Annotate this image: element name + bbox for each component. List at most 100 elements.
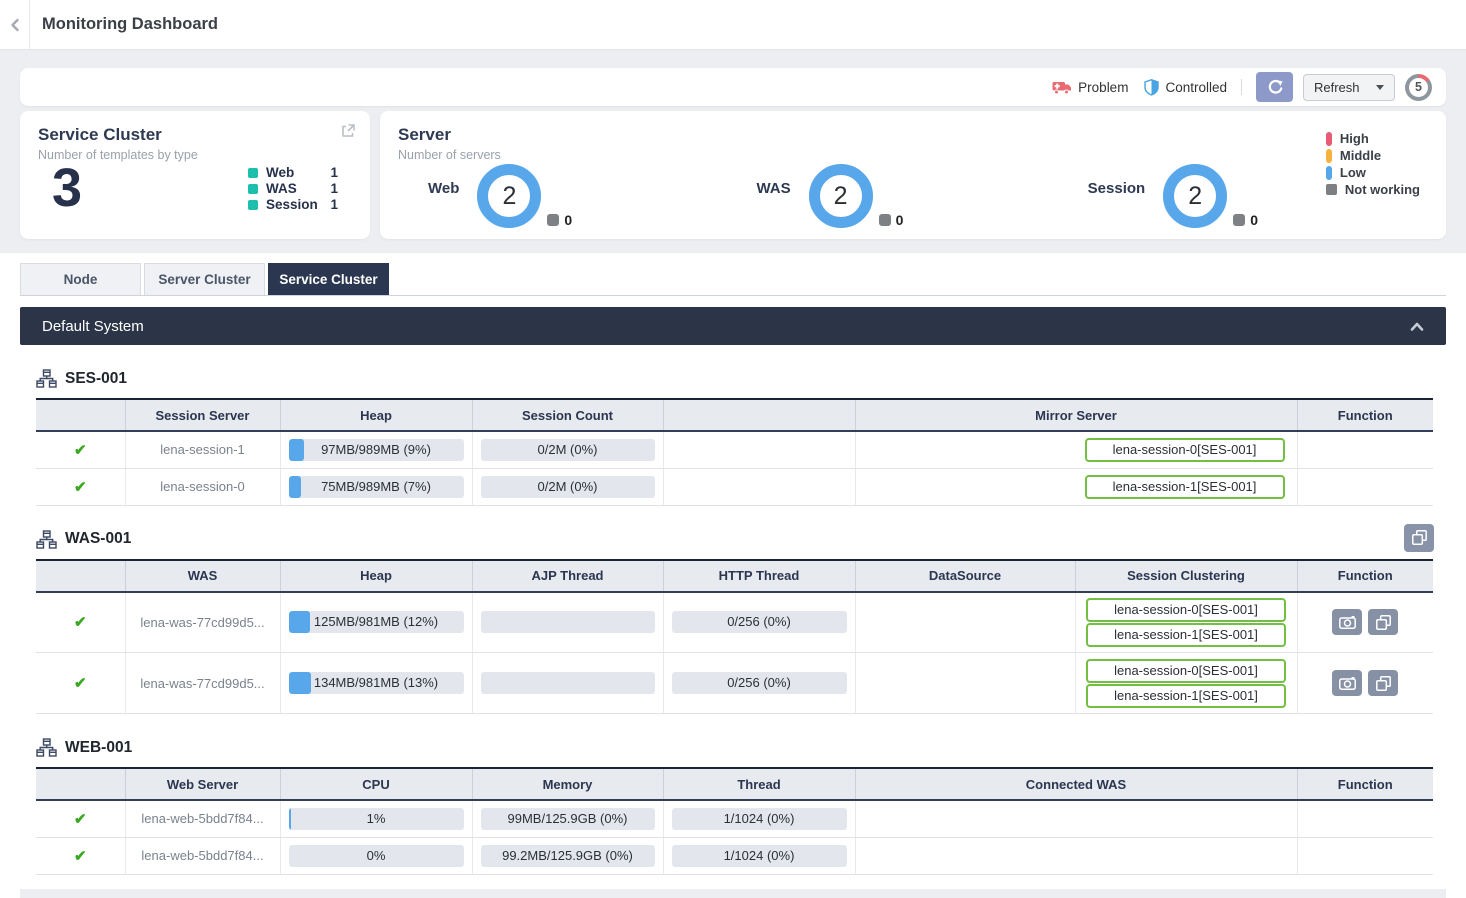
status-legend-label: Low	[1340, 165, 1366, 180]
copy-button[interactable]	[1368, 609, 1398, 635]
server-name: lena-session-1	[160, 442, 245, 457]
status-check-icon: ✔	[74, 442, 87, 459]
column-header: Function	[1297, 399, 1433, 431]
column-header	[36, 399, 125, 431]
cell-check: ✔	[36, 468, 125, 505]
tab-service-cluster[interactable]: Service Cluster	[268, 263, 389, 295]
gray-square-icon	[547, 214, 559, 226]
column-header: AJP Thread	[472, 560, 663, 592]
cell-empty	[663, 431, 855, 468]
status-legend-item: Not working	[1326, 182, 1420, 197]
cluster-table-web-001: Web ServerCPUMemoryThreadConnected WASFu…	[36, 767, 1433, 875]
system-title: Default System	[42, 318, 144, 335]
status-check-icon: ✔	[74, 479, 87, 496]
not-working-legend-icon	[1326, 184, 1337, 195]
legend-count: 1	[324, 165, 338, 180]
default-system-bar[interactable]: Default System	[20, 307, 1446, 345]
function-buttons	[1298, 670, 1434, 696]
session-link-tag[interactable]: lena-session-0[SES-001]	[1086, 598, 1286, 622]
session-link-tag[interactable]: lena-session-1[SES-001]	[1086, 684, 1286, 708]
column-header: DataSource	[855, 560, 1075, 592]
cluster-name: WEB-001	[65, 739, 132, 757]
cell-bar: 99MB/125.9GB (0%)	[472, 800, 663, 837]
metric-bar: 75MB/989MB (7%)	[289, 476, 464, 498]
metric-bar	[481, 611, 655, 633]
bottom-scroll-strip[interactable]	[20, 889, 1446, 898]
cell-bar: 99.2MB/125.9GB (0%)	[472, 837, 663, 874]
refresh-select-value: Refresh	[1314, 80, 1360, 95]
gray-square-icon	[879, 214, 891, 226]
function-buttons	[1298, 609, 1434, 635]
cell-empty	[855, 837, 1297, 874]
server-card: Server Number of servers Web20WAS20Sessi…	[380, 111, 1446, 239]
column-header: WAS	[125, 560, 280, 592]
legend-label: Session	[266, 197, 324, 212]
not-working-value: 0	[1250, 212, 1258, 228]
external-link-icon[interactable]	[340, 123, 356, 142]
cell-bar: 1/1024 (0%)	[663, 837, 855, 874]
column-header: Function	[1297, 560, 1433, 592]
column-header: Web Server	[125, 768, 280, 800]
cell-bar: 1%	[280, 800, 472, 837]
not-working-count: 0	[1233, 212, 1258, 228]
cell-empty	[855, 592, 1075, 653]
column-header: Heap	[280, 399, 472, 431]
cell-check: ✔	[36, 431, 125, 468]
session-link-tag[interactable]: lena-session-1[SES-001]	[1086, 623, 1286, 647]
server-name: lena-web-5bdd7f84...	[141, 848, 263, 863]
metric-bar-value: 97MB/989MB (9%)	[289, 439, 464, 461]
cell-tags: lena-session-0[SES-001]lena-session-1[SE…	[1075, 592, 1297, 653]
column-header: Thread	[663, 768, 855, 800]
toolbar-divider	[1241, 79, 1242, 95]
back-button[interactable]	[0, 0, 30, 50]
section-copy-button[interactable]	[1404, 524, 1434, 552]
tab-server-cluster[interactable]: Server Cluster	[144, 263, 265, 295]
status-check-icon: ✔	[74, 614, 87, 631]
status-legend-label: Middle	[1340, 148, 1381, 163]
refresh-countdown-value: 5	[1409, 78, 1428, 97]
copy-button[interactable]	[1368, 670, 1398, 696]
donut-value: 2	[502, 182, 516, 211]
cell-empty	[855, 800, 1297, 837]
column-header	[663, 399, 855, 431]
session-link-tag[interactable]: lena-session-0[SES-001]	[1085, 438, 1285, 462]
legend-count: 1	[324, 197, 338, 212]
camera-button[interactable]	[1332, 670, 1362, 696]
metric-bar: 99MB/125.9GB (0%)	[481, 808, 655, 830]
session-link-tag[interactable]: lena-session-0[SES-001]	[1086, 659, 1286, 683]
chevron-left-icon	[9, 18, 21, 32]
cell-buttons	[1297, 592, 1433, 653]
not-working-count: 0	[879, 212, 904, 228]
refresh-interval-select[interactable]: Refresh	[1303, 74, 1395, 101]
server-name: lena-was-77cd99d5...	[140, 676, 264, 691]
session-link-tag[interactable]: lena-session-1[SES-001]	[1085, 475, 1285, 499]
cell-text: lena-web-5bdd7f84...	[125, 800, 280, 837]
tab-node[interactable]: Node	[20, 263, 141, 295]
metric-bar-value: 134MB/981MB (13%)	[289, 672, 464, 694]
refresh-now-button[interactable]	[1256, 72, 1293, 102]
cluster-table-ses-001: Session ServerHeapSession CountMirror Se…	[36, 398, 1433, 506]
cell-empty	[1297, 800, 1433, 837]
cell-text: lena-web-5bdd7f84...	[125, 837, 280, 874]
metric-bar	[481, 672, 655, 694]
metric-bar: 1/1024 (0%)	[672, 808, 847, 830]
chevron-up-icon[interactable]	[1410, 322, 1424, 331]
cell-bar	[472, 592, 663, 653]
ambulance-icon	[1052, 80, 1072, 95]
service-cluster-card-subtitle: Number of templates by type	[38, 148, 352, 162]
metric-bar: 99.2MB/125.9GB (0%)	[481, 845, 655, 867]
column-header: Session Server	[125, 399, 280, 431]
metric-bar-value: 1%	[289, 808, 464, 830]
template-type-legend-item: Session1	[248, 197, 338, 212]
table-row: ✔ lena-session-1 97MB/989MB (9%) 0/2M (0%) l…	[36, 431, 1433, 468]
service-cluster-card-title: Service Cluster	[38, 125, 352, 145]
view-tabs: NodeServer ClusterService Cluster	[20, 263, 1446, 296]
camera-button[interactable]	[1332, 609, 1362, 635]
cell-bar: 0/2M (0%)	[472, 431, 663, 468]
metric-bar-value: 1/1024 (0%)	[672, 845, 847, 867]
column-header: Session Clustering	[1075, 560, 1297, 592]
controlled-label: Controlled	[1165, 80, 1227, 95]
cluster-name: SES-001	[65, 370, 127, 388]
server-donut-group: Session20	[1088, 164, 1258, 228]
metric-bar: 0/256 (0%)	[672, 611, 847, 633]
